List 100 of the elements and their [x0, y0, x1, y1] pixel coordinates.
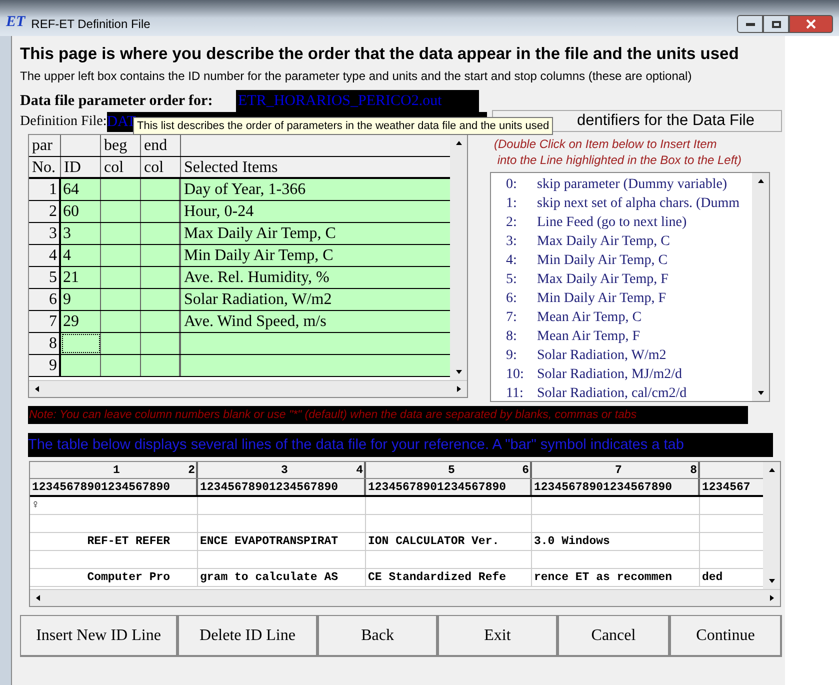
- table-cell: REF-ET REFER: [30, 533, 198, 550]
- vertical-scrollbar[interactable]: [763, 462, 780, 589]
- data-file-name: ETR_HORARIOS_PERICO2.out: [236, 90, 479, 112]
- scroll-down-icon[interactable]: [756, 389, 764, 397]
- ruler-number: 7: [615, 463, 622, 479]
- ruler-number: 4: [356, 463, 363, 479]
- table-cell: Computer Pro: [30, 569, 198, 586]
- row-number: 1: [29, 179, 61, 200]
- ruler-number: 1: [113, 463, 120, 479]
- dialog-button[interactable]: Delete ID Line: [178, 615, 318, 657]
- scroll-left-icon[interactable]: [33, 385, 41, 393]
- list-item[interactable]: 9: Solar Radiation, W/m2: [491, 346, 752, 365]
- close-button[interactable]: [789, 15, 833, 33]
- list-item[interactable]: 5: Max Daily Air Temp, F: [491, 270, 752, 289]
- table-cell[interactable]: [61, 333, 101, 354]
- dialog-button[interactable]: Continue: [670, 615, 782, 657]
- table-cell[interactable]: 3: [61, 223, 101, 244]
- list-item[interactable]: 4: Min Daily Air Temp, C: [491, 251, 752, 270]
- table-cell[interactable]: [141, 311, 181, 332]
- table-cell[interactable]: [181, 355, 450, 376]
- table-cell[interactable]: [181, 333, 450, 354]
- page-heading: This page is where you describe the order that the data appear in the file and the units used: [20, 44, 740, 64]
- scroll-left-icon[interactable]: [34, 594, 42, 602]
- ruler-number: 3: [281, 463, 288, 479]
- table-cell: gram to calculate AS: [198, 569, 366, 586]
- table-cell[interactable]: Solar Radiation, W/m2: [181, 289, 450, 310]
- table-cell[interactable]: 60: [61, 201, 101, 222]
- table-cell[interactable]: 21: [61, 267, 101, 288]
- data-file-label: Data file parameter order for:: [20, 92, 214, 111]
- table-cell[interactable]: [141, 289, 181, 310]
- table-cell[interactable]: Ave. Wind Speed, m/s: [181, 311, 450, 332]
- table-cell[interactable]: Day of Year, 1-366: [181, 179, 450, 200]
- list-item[interactable]: 3: Max Daily Air Temp, C: [491, 232, 752, 251]
- scroll-up-icon[interactable]: [768, 466, 776, 474]
- table-cell[interactable]: [101, 267, 141, 288]
- column-header: col: [141, 157, 181, 177]
- row-number: 8: [29, 333, 61, 354]
- scroll-up-icon[interactable]: [454, 139, 462, 147]
- dialog-button[interactable]: Back: [318, 615, 438, 657]
- ruler-number: 2: [188, 463, 195, 479]
- table-cell[interactable]: 29: [61, 311, 101, 332]
- app-logo: ET: [6, 12, 26, 32]
- table-cell[interactable]: [141, 179, 181, 200]
- table-cell[interactable]: Ave. Rel. Humidity, %: [181, 267, 450, 288]
- column-header: col: [101, 157, 141, 177]
- list-item[interactable]: 11: Solar Radiation, cal/cm2/d: [491, 384, 752, 401]
- list-item[interactable]: 1: skip next set of alpha chars. (Dumm: [491, 194, 752, 213]
- table-cell[interactable]: [61, 355, 101, 376]
- table-cell[interactable]: [141, 223, 181, 244]
- table-cell[interactable]: [101, 355, 141, 376]
- list-item[interactable]: 2: Line Feed (go to next line): [491, 213, 752, 232]
- scroll-right-icon[interactable]: [455, 385, 463, 393]
- row-number: 9: [29, 355, 61, 376]
- table-cell[interactable]: [141, 355, 181, 376]
- table-cell[interactable]: Max Daily Air Temp, C: [181, 223, 450, 244]
- list-item[interactable]: 8: Mean Air Temp, F: [491, 327, 752, 346]
- table-cell[interactable]: [101, 333, 141, 354]
- table-cell[interactable]: [101, 311, 141, 332]
- column-header: No.: [29, 157, 61, 177]
- row-number: 5: [29, 267, 61, 288]
- list-item[interactable]: 7: Mean Air Temp, C: [491, 308, 752, 327]
- table-cell[interactable]: [101, 201, 141, 222]
- table-cell[interactable]: [101, 289, 141, 310]
- table-cell[interactable]: 4: [61, 245, 101, 266]
- table-cell: ION CALCULATOR Ver.: [366, 533, 532, 550]
- ruler-digits: 12345678901234567890: [30, 479, 198, 495]
- table-caption: The table below displays several lines of the data file for your reference. A "bar" symbol indicates a tab: [28, 433, 773, 457]
- table-cell[interactable]: [141, 245, 181, 266]
- vertical-scrollbar[interactable]: [752, 173, 769, 401]
- list-item[interactable]: 0: skip parameter (Dummy variable): [491, 175, 752, 194]
- horizontal-scrollbar[interactable]: [29, 380, 467, 397]
- table-cell[interactable]: [141, 333, 181, 354]
- table-cell[interactable]: 64: [61, 179, 101, 200]
- list-item[interactable]: 6: Min Daily Air Temp, F: [491, 289, 752, 308]
- scroll-up-icon[interactable]: [756, 177, 764, 185]
- scroll-down-icon[interactable]: [454, 368, 462, 376]
- table-cell[interactable]: Hour, 0-24: [181, 201, 450, 222]
- table-cell[interactable]: [141, 201, 181, 222]
- instruction-text: (Double Click on Item below to Insert Item into the Line highlighted in the Box to the Left): [494, 136, 743, 168]
- row-number: 6: [29, 289, 61, 310]
- vertical-scrollbar[interactable]: [450, 135, 467, 380]
- table-cell[interactable]: [101, 245, 141, 266]
- minimize-button[interactable]: [737, 15, 763, 33]
- list-item[interactable]: 10: Solar Radiation, MJ/m2/d: [491, 365, 752, 384]
- table-cell[interactable]: [101, 179, 141, 200]
- scroll-down-icon[interactable]: [768, 577, 776, 585]
- table-cell: ENCE EVAPOTRANSPIRAT: [198, 533, 366, 550]
- horizontal-scrollbar[interactable]: [30, 589, 780, 606]
- note-text: Note: You can leave column numbers blank or use "*" (default) when the data are separated by blanks, commas or tabs: [28, 406, 748, 424]
- table-cell[interactable]: Min Daily Air Temp, C: [181, 245, 450, 266]
- dialog-button[interactable]: Insert New ID Line: [20, 615, 178, 657]
- table-cell[interactable]: 9: [61, 289, 101, 310]
- table-cell[interactable]: [101, 223, 141, 244]
- dialog-button[interactable]: Exit: [438, 615, 558, 657]
- table-cell: rence ET as recommen: [532, 569, 700, 586]
- table-cell[interactable]: [141, 267, 181, 288]
- dialog-button[interactable]: Cancel: [558, 615, 670, 657]
- scroll-right-icon[interactable]: [768, 594, 776, 602]
- definition-file-label: Definition File:: [20, 113, 107, 131]
- maximize-button[interactable]: [763, 15, 789, 33]
